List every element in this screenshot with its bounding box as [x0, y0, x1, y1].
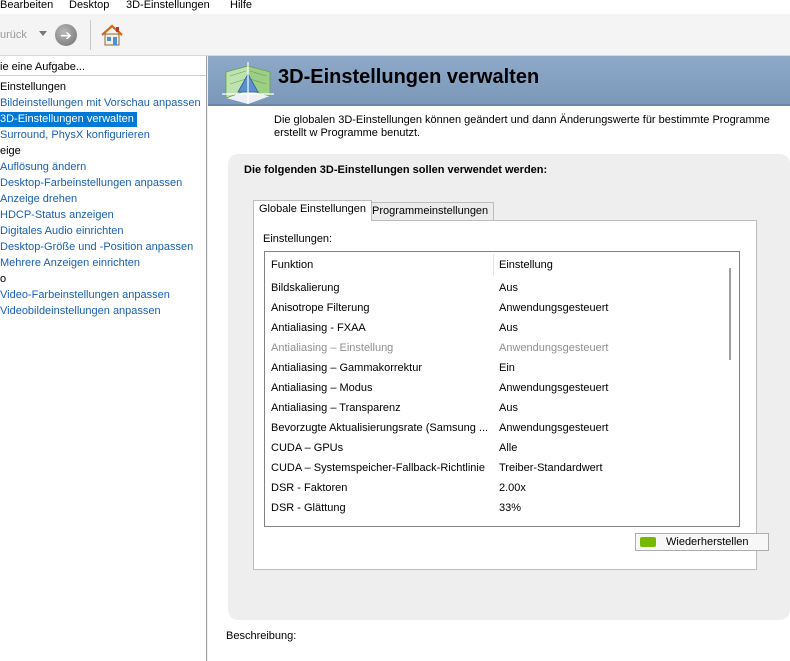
settings-group: Die folgenden 3D-Einstellungen sollen ve… — [228, 154, 790, 620]
page-title: 3D-Einstellungen verwalten — [278, 66, 540, 88]
table-row[interactable]: Bildskalierung Aus — [265, 278, 725, 298]
tree-item-anzeige-drehen[interactable]: Anzeige drehen — [0, 193, 77, 205]
table-row[interactable]: CUDA – Systemspeicher-Fallback-Richtlini… — [265, 458, 725, 478]
page-banner: 3D-Einstellungen verwalten — [208, 56, 790, 106]
scrollbar-thumb[interactable] — [729, 268, 731, 360]
home-icon[interactable] — [99, 22, 125, 48]
list-scrollbar[interactable] — [723, 252, 739, 526]
tree-item-digitales-audio[interactable]: Digitales Audio einrichten — [0, 225, 124, 237]
menu-3d-einstellungen[interactable]: 3D-Einstellungen — [126, 0, 210, 11]
row-einstellung: Anwendungsgesteuert — [499, 342, 609, 354]
table-row[interactable]: Antialiasing – Modus Anwendungsgesteuert — [265, 378, 725, 398]
row-funktion: Anisotrope Filterung — [271, 302, 370, 314]
row-einstellung: 2.00x — [499, 482, 526, 494]
tree-item-mehrere-anzeigen[interactable]: Mehrere Anzeigen einrichten — [0, 257, 140, 269]
row-einstellung: 33% — [499, 502, 522, 514]
row-funktion: Antialiasing – Gammakorrektur — [271, 362, 423, 374]
page-description: Die globalen 3D-Einstellungen können geä… — [274, 114, 770, 139]
row-funktion: DSR - Faktoren — [271, 482, 348, 494]
table-row[interactable]: DSR - Faktoren 2.00x — [265, 478, 725, 498]
column-divider — [493, 254, 494, 276]
table-row: Antialiasing – Einstellung Anwendungsgest… — [265, 338, 725, 358]
row-einstellung: Aus — [499, 282, 518, 294]
row-einstellung: Treiber-Standardwert — [499, 462, 603, 474]
settings-list[interactable]: Funktion Einstellung Bildskalierung Aus A… — [264, 251, 740, 527]
settings-group-title: Die folgenden 3D-Einstellungen sollen ve… — [244, 164, 548, 176]
table-row[interactable]: Antialiasing – Gammakorrektur Ein — [265, 358, 725, 378]
menu-desktop[interactable]: Desktop — [69, 0, 109, 11]
tree-item-bildeinstellungen[interactable]: Bildeinstellungen mit Vorschau anpassen — [0, 97, 201, 109]
restore-button[interactable]: Wiederherstellen — [635, 533, 769, 551]
row-einstellung: Anwendungsgesteuert — [499, 302, 609, 314]
tree-item-desktop-groesse[interactable]: Desktop-Größe und -Position anpassen — [0, 241, 193, 253]
tree-item-aufloesung[interactable]: Auflösung ändern — [0, 161, 86, 173]
table-row[interactable]: Antialiasing – Transparenz Aus — [265, 398, 725, 418]
back-button[interactable]: urück — [0, 29, 27, 41]
table-row[interactable]: DSR - Glättung 33% — [265, 498, 725, 518]
tree-item-farbeinstellungen[interactable]: Desktop-Farbeinstellungen anpassen — [0, 177, 182, 189]
table-row[interactable]: Anisotrope Filterung Anwendungsgesteuert — [265, 298, 725, 318]
row-funktion: Antialiasing - FXAA — [271, 322, 366, 334]
table-row[interactable]: CUDA – GPUs Alle — [265, 438, 725, 458]
tree-item-3d-einstellungen[interactable]: 3D-Einstellungen verwalten — [0, 112, 137, 127]
row-funktion: CUDA – GPUs — [271, 442, 344, 454]
row-einstellung: Aus — [499, 322, 518, 334]
column-header-funktion[interactable]: Funktion — [271, 259, 313, 271]
task-tree: Einstellungen Bildeinstellungen mit Vors… — [0, 80, 201, 320]
tree-category: Einstellungen — [0, 81, 67, 93]
row-einstellung: Anwendungsgesteuert — [499, 422, 609, 434]
row-funktion: Antialiasing – Einstellung — [271, 342, 394, 354]
tree-item-surround-physx[interactable]: Surround, PhysX konfigurieren — [0, 129, 150, 141]
row-funktion: Antialiasing – Modus — [271, 382, 373, 394]
description-label: Beschreibung: — [226, 630, 297, 642]
row-einstellung: Aus — [499, 402, 518, 414]
row-funktion: Bildskalierung — [271, 282, 340, 294]
tree-category: eige — [0, 145, 21, 157]
task-header: ie eine Aufgabe... — [0, 59, 206, 76]
tab-globale-einstellungen[interactable]: Globale Einstellungen — [253, 200, 373, 221]
tree-item-videobild[interactable]: Videobildeinstellungen anpassen — [0, 305, 161, 317]
row-funktion: CUDA – Systemspeicher-Fallback-Richtlini… — [271, 462, 485, 474]
table-row[interactable]: Bevorzugte Aktualisierungsrate (Samsung … — [265, 418, 725, 438]
tab-programmeinstellungen[interactable]: Programmeinstellungen — [366, 202, 495, 221]
menu-hilfe[interactable]: Hilfe — [230, 0, 252, 11]
column-header-einstellung[interactable]: Einstellung — [499, 259, 553, 271]
row-einstellung: Anwendungsgesteuert — [499, 382, 609, 394]
nvidia-logo-icon — [640, 537, 656, 547]
row-funktion: DSR - Glättung — [271, 502, 346, 514]
tab-panel: Einstellungen: Funktion Einstellung Bild… — [253, 220, 769, 570]
row-funktion: Antialiasing – Transparenz — [271, 402, 401, 414]
row-einstellung: Alle — [499, 442, 518, 454]
3d-settings-icon — [222, 62, 274, 104]
content-panel: 3D-Einstellungen verwalten Die globalen … — [208, 56, 790, 661]
toolbar-divider — [90, 20, 91, 50]
row-funktion: Bevorzugte Aktualisierungsrate (Samsung … — [271, 422, 489, 434]
tree-category: o — [0, 273, 7, 285]
menu-bearbeiten[interactable]: Bearbeiten — [0, 0, 53, 11]
restore-button-label: Wiederherstellen — [666, 536, 749, 548]
menu-bar: Bearbeiten Desktop 3D-Einstellungen Hilf… — [0, 0, 790, 14]
list-header: Funktion Einstellung — [265, 252, 725, 278]
tree-item-video-farbe[interactable]: Video-Farbeinstellungen anpassen — [0, 289, 170, 301]
tree-item-hdcp[interactable]: HDCP-Status anzeigen — [0, 209, 114, 221]
chevron-down-icon[interactable] — [39, 31, 47, 36]
task-panel: ie eine Aufgabe... Einstellungen Bildein… — [0, 56, 207, 661]
toolbar: urück ➔ — [0, 14, 790, 56]
table-row[interactable]: Antialiasing - FXAA Aus — [265, 318, 725, 338]
row-einstellung: Ein — [499, 362, 515, 374]
forward-arrow-icon[interactable]: ➔ — [55, 24, 77, 46]
settings-label: Einstellungen: — [263, 233, 333, 245]
